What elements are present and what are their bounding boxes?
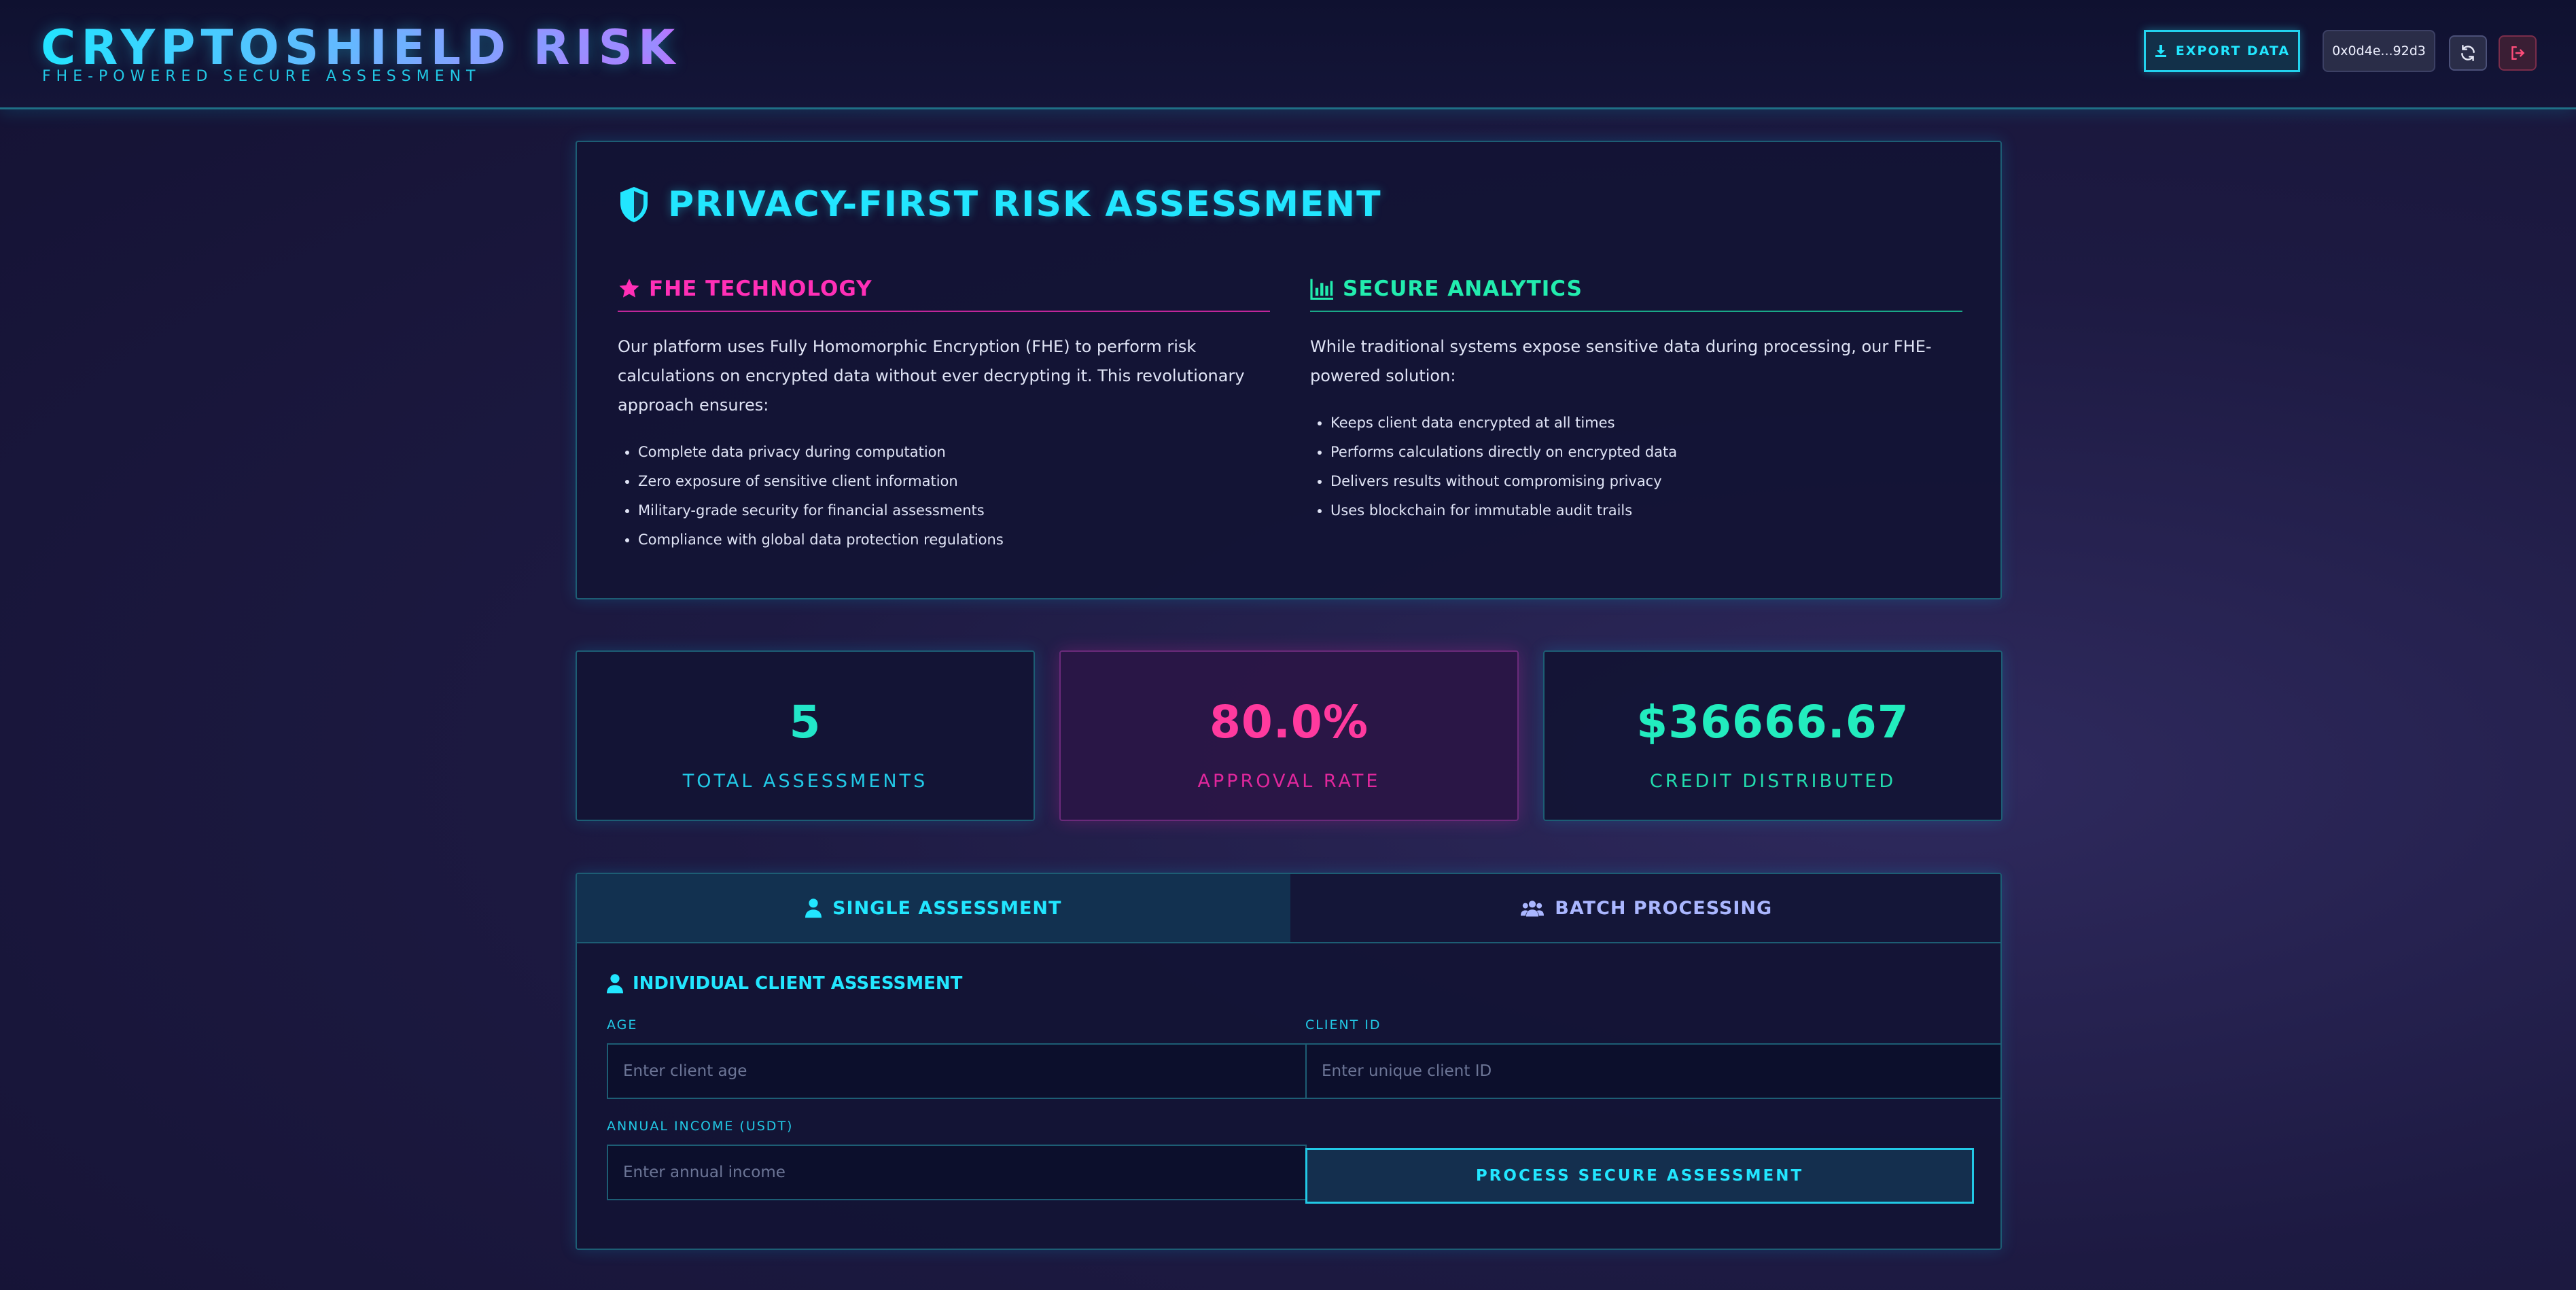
- fhe-technology-heading: FHE TECHNOLOGY: [618, 277, 1270, 312]
- age-input[interactable]: [607, 1043, 1307, 1099]
- form-section-title: INDIVIDUAL CLIENT ASSESSMENT: [607, 973, 962, 994]
- secure-analytics-column: SECURE ANALYTICS While traditional syste…: [1310, 277, 1962, 525]
- list-item: Performs calculations directly on encryp…: [1330, 438, 1962, 467]
- stat-card-total-assessments: 5 TOTAL ASSESSMENTS: [576, 650, 1035, 821]
- intro-heading: PRIVACY-FIRST RISK ASSESSMENT: [618, 184, 1382, 225]
- star-icon: [618, 277, 641, 300]
- stat-label: CREDIT DISTRIBUTED: [1649, 771, 1896, 792]
- annual-income-label: ANNUAL INCOME (USDT): [607, 1119, 794, 1134]
- logout-icon: [2509, 44, 2526, 62]
- tab-single-assessment[interactable]: SINGLE ASSESSMENT: [577, 874, 1290, 942]
- list-item: Military-grade security for financial as…: [638, 496, 1270, 525]
- client-id-input[interactable]: [1305, 1043, 2000, 1099]
- assessment-tabs: SINGLE ASSESSMENT BATCH PROCESSING: [577, 874, 2000, 943]
- refresh-button[interactable]: [2449, 35, 2487, 71]
- intro-title-text: PRIVACY-FIRST RISK ASSESSMENT: [668, 184, 1382, 225]
- stat-label: TOTAL ASSESSMENTS: [682, 771, 928, 792]
- app-tagline: FHE-POWERED SECURE ASSESSMENT: [42, 68, 481, 85]
- stat-value: 80.0%: [1210, 696, 1369, 748]
- refresh-icon: [2459, 44, 2477, 62]
- stat-value: 5: [789, 696, 822, 748]
- analytics-benefits-list: Keeps client data encrypted at all times…: [1310, 408, 1962, 525]
- logout-button[interactable]: [2499, 35, 2537, 71]
- download-icon: [2154, 44, 2168, 58]
- export-data-label: EXPORT DATA: [2175, 43, 2291, 58]
- fhe-technology-column: FHE TECHNOLOGY Our platform uses Fully H…: [618, 277, 1270, 555]
- analytics-description: While traditional systems expose sensiti…: [1310, 337, 1932, 385]
- list-item: Compliance with global data protection r…: [638, 525, 1270, 555]
- fhe-description: Our platform uses Fully Homomorphic Encr…: [618, 337, 1245, 415]
- app-header: CRYPTOSHIELD RISK FHE-POWERED SECURE ASS…: [0, 0, 2576, 109]
- annual-income-input[interactable]: [607, 1145, 1307, 1200]
- stat-label: APPROVAL RATE: [1197, 771, 1381, 792]
- list-item: Uses blockchain for immutable audit trai…: [1330, 496, 1962, 525]
- stat-value: $36666.67: [1636, 696, 1909, 748]
- stat-card-approval-rate: 80.0% APPROVAL RATE: [1059, 650, 1519, 821]
- list-item: Complete data privacy during computation: [638, 438, 1270, 467]
- users-icon: [1521, 899, 1545, 917]
- user-icon: [805, 898, 822, 918]
- age-label: AGE: [607, 1017, 638, 1032]
- export-data-button[interactable]: EXPORT DATA: [2144, 30, 2300, 72]
- privacy-intro-panel: PRIVACY-FIRST RISK ASSESSMENT FHE TECHNO…: [576, 141, 2002, 599]
- fhe-benefits-list: Complete data privacy during computation…: [618, 438, 1270, 555]
- user-icon: [607, 973, 623, 994]
- stat-card-credit-distributed: $36666.67 CREDIT DISTRIBUTED: [1543, 650, 2002, 821]
- tab-batch-processing[interactable]: BATCH PROCESSING: [1290, 874, 2000, 942]
- assessment-panel: SINGLE ASSESSMENT BATCH PROCESSING INDIV…: [576, 873, 2002, 1250]
- shield-icon: [618, 186, 650, 224]
- list-item: Delivers results without compromising pr…: [1330, 467, 1962, 496]
- app-logo: CRYPTOSHIELD RISK: [41, 20, 681, 75]
- list-item: Zero exposure of sensitive client inform…: [638, 467, 1270, 496]
- wallet-address-button[interactable]: 0x0d4e...92d3: [2323, 30, 2435, 72]
- bar-chart-icon: [1310, 278, 1335, 300]
- process-assessment-button[interactable]: PROCESS SECURE ASSESSMENT: [1305, 1148, 1974, 1204]
- secure-analytics-heading: SECURE ANALYTICS: [1310, 277, 1962, 312]
- client-id-label: CLIENT ID: [1305, 1017, 1381, 1032]
- list-item: Keeps client data encrypted at all times: [1330, 408, 1962, 438]
